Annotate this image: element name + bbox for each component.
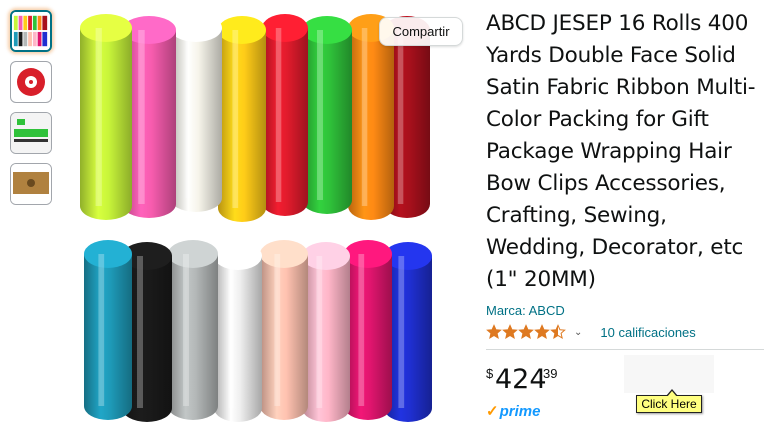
- chevron-down-icon[interactable]: ⌄: [574, 327, 582, 338]
- bottom-ribbon-roll-4: [260, 240, 308, 420]
- bottom-ribbon-roll-5: [302, 242, 350, 422]
- check-icon: ✓: [486, 403, 499, 420]
- star-icon: [550, 324, 566, 339]
- prime-label: prime: [499, 402, 541, 420]
- top-ribbon-roll-2: [170, 14, 222, 212]
- share-button[interactable]: Compartir: [379, 17, 463, 46]
- top-ribbon-roll-5: [302, 16, 352, 214]
- rating-row: ⌄ 10 calificaciones: [486, 322, 772, 342]
- thumbnail-ribbon-measure[interactable]: [10, 112, 52, 154]
- bottom-ribbon-roll-6: [344, 240, 392, 420]
- product-image[interactable]: [62, 0, 472, 429]
- brand-link[interactable]: Marca: ABCD: [486, 303, 772, 318]
- divider: [486, 349, 764, 350]
- product-title: ABCD JESEP 16 Rolls 400 Yards Double Fac…: [486, 11, 756, 292]
- tooltip-anchor: [624, 355, 714, 393]
- top-ribbon-roll-0: [80, 14, 132, 220]
- star-icon: [534, 324, 550, 339]
- thumbnail-strip: [10, 10, 54, 214]
- thumbnail-ribbons[interactable]: [10, 10, 52, 52]
- price-whole: 424: [495, 364, 547, 395]
- bottom-ribbon-roll-0: [84, 240, 132, 420]
- rating-stars[interactable]: [486, 324, 566, 340]
- price-symbol: $: [486, 366, 494, 381]
- prime-badge: ✓ prime: [486, 402, 772, 421]
- top-ribbon-roll-3: [218, 16, 266, 222]
- star-icon: [486, 324, 502, 339]
- star-icon: [518, 324, 534, 339]
- ratings-count-link[interactable]: 10 calificaciones: [600, 325, 695, 340]
- bottom-ribbon-roll-2: [168, 240, 218, 420]
- click-here-tooltip[interactable]: Click Here: [636, 389, 702, 413]
- star-icon: [502, 324, 518, 339]
- bottom-ribbon-roll-3: [214, 242, 262, 422]
- thumbnail-package[interactable]: [10, 163, 52, 205]
- price-fraction: 39: [543, 366, 558, 381]
- top-ribbon-roll-4: [262, 14, 308, 216]
- thumbnail-red-roll[interactable]: [10, 61, 52, 103]
- ribbon-rolls-photo: [80, 14, 432, 422]
